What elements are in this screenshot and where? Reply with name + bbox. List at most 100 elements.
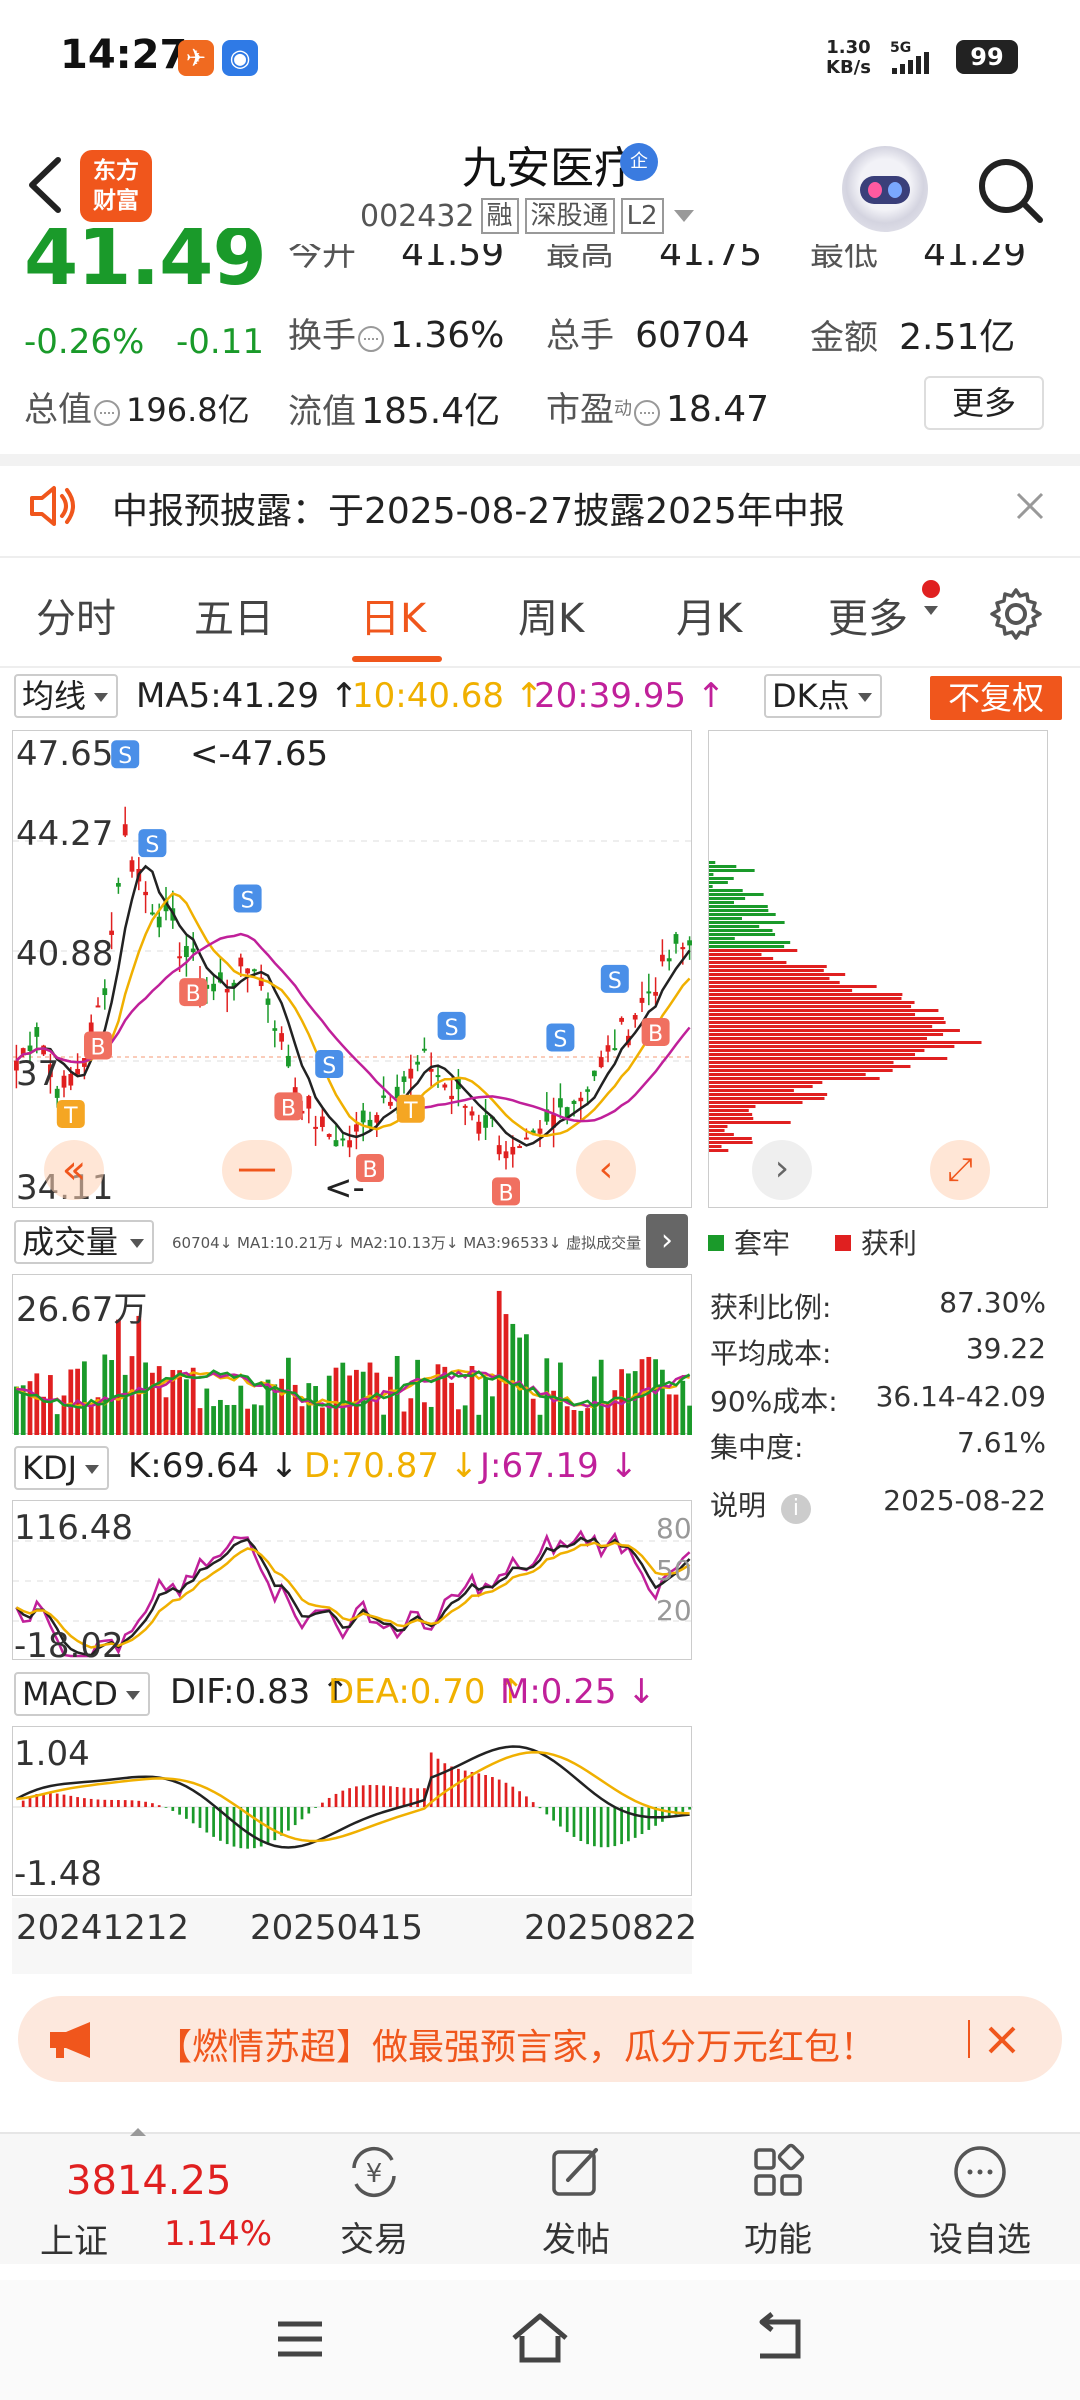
trade-marker-label: T (403, 1099, 418, 1124)
trade-marker-label: T (63, 1104, 78, 1129)
volume-bar (381, 1414, 386, 1435)
dk-point-selector[interactable]: DK点 (764, 674, 882, 718)
volume-bar (102, 1354, 108, 1435)
chevron-right-icon[interactable]: › (646, 1214, 688, 1268)
candle-body (442, 1084, 448, 1088)
macd-bar (110, 1799, 113, 1807)
candle-body (190, 948, 196, 953)
volume-bar (449, 1382, 454, 1435)
volume-bar (299, 1406, 305, 1435)
kline-chart[interactable]: TBSSBSBSBTSBSSB (12, 730, 693, 1208)
nav-post[interactable]: 发帖 (506, 2140, 646, 2261)
chip-bar (709, 913, 776, 916)
ma20-value: 20:39.95 ↑ (534, 676, 726, 716)
macd-selector[interactable]: MACD (14, 1672, 150, 1716)
market-cap-field[interactable]: 总值 196.8亿 (24, 382, 250, 431)
macd-bar (688, 1807, 691, 1810)
close-icon[interactable] (1010, 486, 1050, 526)
stock-code-row[interactable]: 002432 融 深股通 L2 (360, 198, 694, 234)
ma-selector[interactable]: 均线 (14, 674, 119, 718)
macd-bar (287, 1807, 290, 1831)
trade-marker-T: T (396, 1094, 425, 1124)
chip-next-button[interactable]: › (752, 1140, 812, 1200)
nav-add-watchlist[interactable]: 设自选 (910, 2140, 1050, 2261)
megaphone-icon (50, 2022, 90, 2058)
close-icon[interactable] (982, 2020, 1022, 2060)
turnover-field[interactable]: 换手 1.36% (288, 308, 504, 357)
notice-text[interactable]: 中报预披露：于2025-08-27披露2025年中报 (112, 482, 845, 534)
gear-icon[interactable] (988, 586, 1044, 642)
expand-icon[interactable]: ⤢ (930, 1140, 990, 1200)
macd-bar (538, 1807, 542, 1809)
macd-dea-value: DEA:0.70 ↑ (328, 1672, 525, 1712)
search-icon[interactable] (970, 150, 1050, 230)
macd-bar (436, 1758, 440, 1807)
pe-field[interactable]: 市盈动 18.47 (546, 382, 769, 431)
promo-banner-text[interactable]: 【燃情苏超】做最强预言家，瓜分万元红包！ (156, 2018, 876, 2070)
macd-bar (633, 1807, 637, 1838)
more-quote-button[interactable]: 更多 (924, 376, 1044, 430)
chip-distribution-chart[interactable] (708, 730, 1048, 1208)
index-change[interactable]: 1.14% (164, 2214, 272, 2254)
info-icon: i (780, 1494, 811, 1524)
nav-trade[interactable]: ¥ 交易 (304, 2140, 444, 2261)
tab-more[interactable]: 更多 (828, 586, 908, 644)
macd-bar (307, 1807, 311, 1814)
macd-bar (355, 1786, 358, 1807)
volume-bar (503, 1314, 509, 1435)
home-icon[interactable] (508, 2310, 572, 2366)
index-value[interactable]: 3814.25 (66, 2158, 231, 2204)
tab-intraday[interactable]: 分时 (36, 586, 116, 644)
macd-bar (198, 1807, 202, 1828)
scroll-left-button[interactable]: « (44, 1140, 104, 1200)
candle-body (422, 1048, 427, 1051)
candle-body (388, 1101, 393, 1106)
chip-bar (709, 885, 713, 888)
app-logo[interactable]: 东方 财富 (80, 150, 152, 222)
chip-bar (709, 861, 716, 864)
volume-bar (680, 1380, 686, 1435)
chip-bar (709, 905, 768, 908)
volume-selector[interactable]: 成交量 (14, 1220, 155, 1264)
assistant-robot-avatar[interactable] (842, 146, 928, 232)
macd-chart[interactable] (12, 1726, 693, 1896)
tab-five-day[interactable]: 五日 (194, 586, 274, 644)
back-arrow-icon[interactable] (20, 150, 70, 220)
volume-bar (537, 1414, 543, 1435)
macd-bar (599, 1807, 603, 1848)
kdj-min-label: -18.02 (14, 1626, 124, 1666)
volume-bar (136, 1315, 142, 1435)
back-icon[interactable] (750, 2312, 810, 2364)
macd-bar (361, 1785, 365, 1807)
kdj-selector[interactable]: KDJ (14, 1446, 110, 1490)
index-name[interactable]: 上证 (40, 2214, 108, 2263)
chip-bar (709, 945, 785, 948)
step-back-button[interactable]: ‹ (576, 1140, 636, 1200)
macd-bar (178, 1807, 181, 1815)
trapped-legend-swatch (708, 1235, 724, 1251)
tab-weekly-k[interactable]: 周K (518, 586, 584, 644)
chip-bar (709, 1049, 925, 1052)
chip-note-link[interactable]: 说明 i (710, 1484, 811, 1524)
macd-max-label: 1.04 (14, 1734, 90, 1774)
volume-bar (122, 1374, 128, 1435)
macd-bar (402, 1787, 406, 1807)
macd-bar (144, 1801, 147, 1807)
current-price: 41.49 (24, 228, 266, 290)
tab-daily-k[interactable]: 日K (360, 586, 426, 644)
menu-icon[interactable] (272, 2316, 328, 2362)
candle-body (476, 1121, 482, 1134)
connect-tag: 深股通 (524, 198, 615, 234)
tab-monthly-k[interactable]: 月K (676, 586, 742, 644)
macd-bar (572, 1807, 576, 1837)
volume-bar (231, 1404, 237, 1435)
adjust-mode-button[interactable]: 不复权 (930, 676, 1062, 720)
hotspot-icon: ◉ (222, 40, 258, 76)
chip-stat-label: 集中度: (710, 1431, 804, 1464)
change-percent: -0.26% (24, 322, 145, 362)
zoom-out-button[interactable]: — (222, 1140, 292, 1200)
chip-bar (709, 993, 903, 996)
section-divider (0, 454, 1080, 466)
volume-bar (374, 1372, 380, 1435)
nav-functions[interactable]: 功能 (708, 2140, 848, 2261)
